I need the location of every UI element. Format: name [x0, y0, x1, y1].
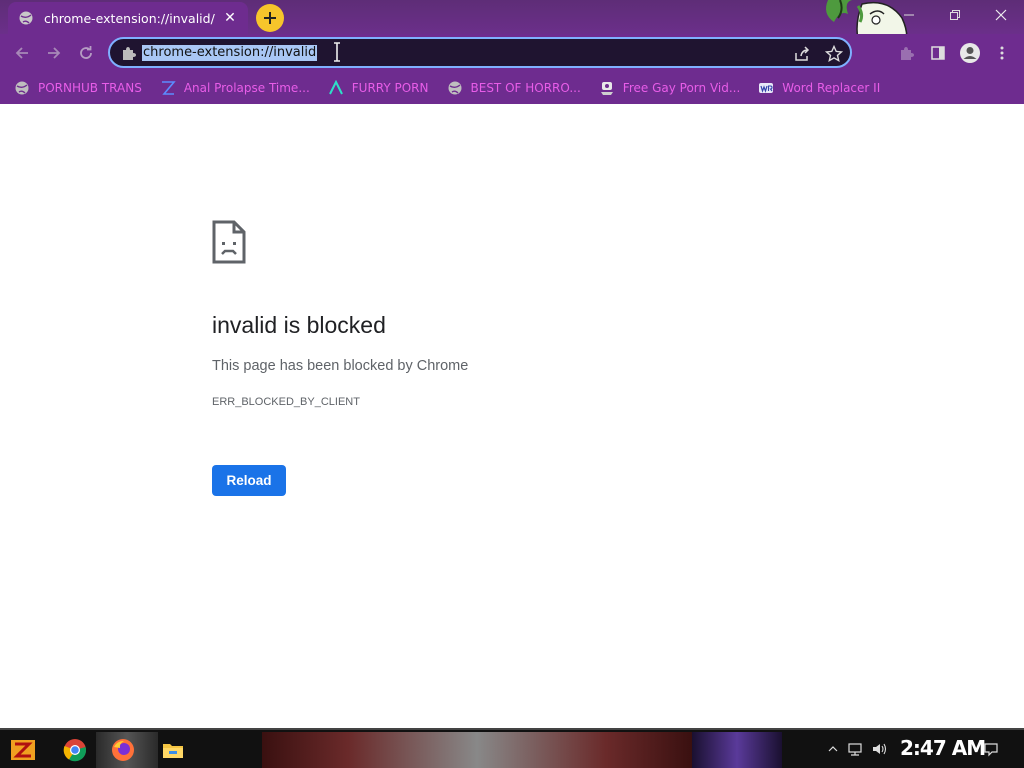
- speaker-icon: [873, 743, 887, 755]
- text-cursor-icon: [332, 41, 342, 63]
- notification-icon: [984, 743, 998, 757]
- extensions-icon: [901, 47, 914, 60]
- taskbar-file-explorer[interactable]: [158, 735, 188, 765]
- firefox-icon: [112, 739, 134, 761]
- bookmark-item[interactable]: PORNHUB TRANS: [14, 80, 142, 96]
- arrow-left-icon: [15, 47, 28, 59]
- minimize-icon: [904, 14, 914, 16]
- side-panel-button[interactable]: [924, 39, 952, 67]
- refresh-button[interactable]: [72, 39, 100, 67]
- globe-icon: [447, 80, 463, 96]
- bookmark-item[interactable]: Anal Prolapse Time...: [160, 80, 310, 96]
- taskbar-theme-banner: [692, 732, 782, 768]
- bookmark-item[interactable]: FURRY PORN: [328, 80, 429, 96]
- forward-button[interactable]: [40, 39, 68, 67]
- bookmark-label: Free Gay Porn Vid...: [622, 81, 741, 95]
- globe-icon: [18, 10, 34, 26]
- show-hidden-icons-button[interactable]: [824, 740, 842, 758]
- share-icon[interactable]: [793, 45, 811, 63]
- address-bar[interactable]: chrome-extension://invalid: [108, 37, 852, 68]
- url-text[interactable]: chrome-extension://invalid: [142, 45, 318, 61]
- bookmark-star-icon[interactable]: [824, 44, 844, 63]
- volume-tray-icon[interactable]: [870, 740, 888, 758]
- menu-button[interactable]: [988, 39, 1016, 67]
- taskbar-clock[interactable]: 2:47 AM: [900, 736, 986, 760]
- bookmark-label: FURRY PORN: [351, 81, 429, 95]
- new-tab-button[interactable]: [256, 4, 284, 32]
- bracket-icon: [160, 80, 176, 96]
- error-page: invalid is blocked This page has been bl…: [0, 104, 1024, 728]
- reload-button[interactable]: Reload: [212, 465, 286, 496]
- back-button[interactable]: [8, 39, 36, 67]
- extensions-button[interactable]: [892, 39, 920, 67]
- bookmark-item[interactable]: BEST OF HORRO...: [447, 80, 581, 96]
- restore-button[interactable]: [932, 0, 978, 30]
- bookmark-item[interactable]: Free Gay Porn Vid...: [599, 80, 740, 96]
- bookmark-label: BEST OF HORRO...: [470, 81, 581, 95]
- start-button[interactable]: [8, 735, 38, 765]
- network-icon: [848, 743, 862, 756]
- tab-close-icon[interactable]: ✕: [222, 10, 238, 26]
- kebab-menu-icon: [1000, 46, 1004, 60]
- tab-title: chrome-extension://invalid/: [44, 10, 215, 26]
- avatar-icon: [960, 43, 980, 63]
- plus-icon: [264, 12, 276, 24]
- bookmark-item[interactable]: Word Replacer II: [758, 80, 880, 96]
- lambda-icon: [328, 80, 344, 96]
- active-tab[interactable]: chrome-extension://invalid/ ✕: [8, 2, 248, 34]
- bookmark-label: Anal Prolapse Time...: [183, 81, 310, 95]
- restore-icon: [950, 10, 960, 20]
- close-icon: [995, 9, 1007, 21]
- bookmark-label: Word Replacer II: [782, 81, 881, 95]
- taskbar: 2:47 AM: [0, 728, 1024, 768]
- taskbar-chrome[interactable]: [60, 735, 90, 765]
- network-tray-icon[interactable]: [846, 740, 864, 758]
- error-title: invalid is blocked: [212, 312, 386, 338]
- close-window-button[interactable]: [978, 0, 1024, 30]
- notifications-button[interactable]: [982, 740, 1000, 758]
- bookmarks-bar: PORNHUB TRANS Anal Prolapse Time... FURR…: [0, 72, 1024, 104]
- chevron-up-icon: [828, 746, 838, 752]
- file-explorer-icon: [163, 744, 183, 758]
- browser-toolbar: chrome-extension://invalid: [0, 34, 1024, 72]
- wr-icon: [758, 80, 774, 96]
- globe-icon: [14, 80, 30, 96]
- error-description: This page has been blocked by Chrome: [212, 358, 469, 374]
- puzzle-piece-icon: [120, 45, 136, 61]
- bookmark-label: PORNHUB TRANS: [38, 81, 142, 95]
- taskbar-theme-banner: [262, 732, 692, 768]
- taskbar-firefox[interactable]: [108, 735, 138, 765]
- start-icon: [11, 740, 35, 760]
- minimize-button[interactable]: [886, 0, 932, 30]
- chrome-icon: [63, 739, 87, 762]
- stamp-icon: [599, 80, 615, 96]
- error-code: ERR_BLOCKED_BY_CLIENT: [212, 396, 360, 408]
- refresh-icon: [80, 46, 92, 59]
- side-panel-icon: [931, 46, 945, 60]
- sad-document-icon: [212, 220, 246, 264]
- arrow-right-icon: [48, 47, 61, 59]
- profile-button[interactable]: [956, 39, 984, 67]
- tab-strip: chrome-extension://invalid/ ✕: [0, 0, 1024, 61]
